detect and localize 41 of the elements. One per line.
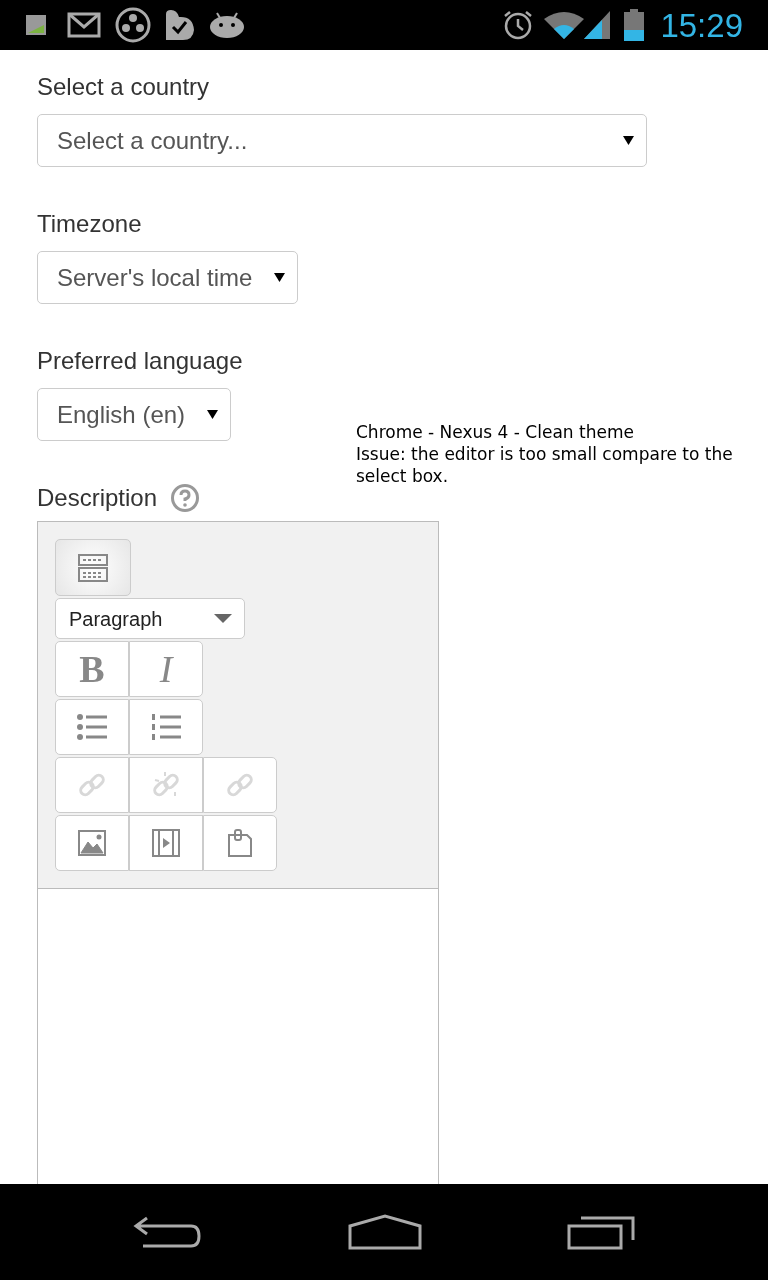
field-label: Description <box>37 483 158 513</box>
clipboard-icon <box>227 829 253 857</box>
toolbar-button[interactable] <box>129 699 203 755</box>
format-select[interactable]: Paragraph <box>55 598 245 639</box>
field-label: Preferred language <box>37 346 244 376</box>
battery-icon <box>624 9 645 41</box>
dropdown-arrow-icon <box>623 135 634 146</box>
bullet-list-icon <box>77 714 107 740</box>
toolbar-icon <box>78 553 108 582</box>
toolbar-button[interactable] <box>203 815 277 871</box>
reel-icon <box>115 7 151 43</box>
dropdown-arrow-icon <box>207 409 219 420</box>
toolbar-button[interactable]: I <box>129 641 203 697</box>
help-icon[interactable] <box>171 484 200 512</box>
signal-3g-icon <box>25 14 47 36</box>
annotation-note: Issue: the editor is too small compare to the select box. <box>356 443 734 487</box>
recent-apps-icon[interactable] <box>567 1214 636 1250</box>
select-field[interactable]: English (en) <box>37 388 232 441</box>
cloud-check-icon <box>163 8 197 42</box>
numbered-list-icon <box>151 714 181 740</box>
back-icon[interactable] <box>132 1214 203 1250</box>
select-field[interactable]: Server's local time <box>37 251 299 304</box>
mail-icon <box>67 12 101 38</box>
toolbar-button[interactable] <box>55 699 129 755</box>
toolbar-button[interactable] <box>129 815 203 871</box>
android-icon <box>209 12 245 38</box>
field-label: Select a country <box>37 72 211 102</box>
wifi-icon <box>544 11 585 39</box>
toolbar-toggle-button[interactable] <box>55 539 131 596</box>
toolbar-button[interactable] <box>55 815 129 871</box>
field-label: Timezone <box>37 209 143 239</box>
clock-time: 15:29 <box>660 8 743 42</box>
image-icon <box>78 830 106 856</box>
annotation-note: Chrome - Nexus 4 - Clean theme <box>356 421 635 443</box>
caret-icon <box>214 614 232 623</box>
cell-signal-icon <box>584 11 611 39</box>
toolbar-button[interactable]: B <box>55 641 129 697</box>
select-field[interactable]: Select a country... <box>37 114 647 167</box>
dropdown-arrow-icon <box>274 272 286 283</box>
film-icon <box>152 829 180 857</box>
home-icon[interactable] <box>348 1214 422 1250</box>
